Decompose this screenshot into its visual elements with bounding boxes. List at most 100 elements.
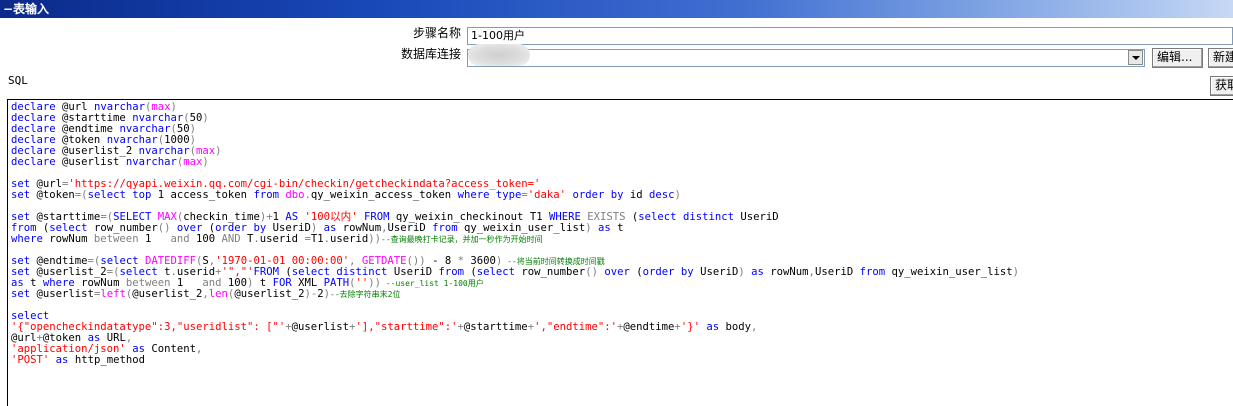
code-token: @userlist_2 (132, 288, 203, 300)
edit-connection-button[interactable]: 编辑... (1152, 48, 1203, 68)
fetch-sql-button[interactable]: 获取 (1210, 76, 1233, 96)
code-token: UseriD (693, 266, 739, 278)
code-token: 100 (189, 233, 222, 245)
code-token: row_number (515, 266, 586, 278)
sql-editor[interactable]: declare @url nvarchar(max) declare @start… (7, 99, 1233, 406)
code-line: declare @userlist nvarchar(max) (11, 157, 1019, 168)
code-token: rowNum (763, 266, 809, 278)
code-token: select (87, 189, 126, 201)
code-token: @userlist (55, 156, 126, 168)
code-token: set (11, 288, 31, 300)
code-token: order (642, 266, 675, 278)
code-token: )) (368, 277, 382, 289)
code-token: type (495, 189, 522, 201)
code-token: ) (1012, 266, 1020, 278)
code-token: as (597, 222, 611, 234)
sql-code: declare @url nvarchar(max) declare @start… (11, 102, 1019, 366)
dialog-title-bar: − 表输入 (0, 0, 1233, 18)
step-name-input[interactable]: 1-100用户 (467, 27, 1233, 45)
code-token: qy_weixin_access_token (310, 189, 458, 201)
code-token: from (859, 266, 886, 278)
code-token: AND (221, 233, 241, 245)
code-token: Content (144, 343, 196, 355)
code-token: UseriD (387, 266, 439, 278)
db-connection-select[interactable] (467, 49, 1145, 67)
code-token: T1 (310, 233, 324, 245)
code-token: ) (215, 145, 222, 157)
code-token: UseriD (814, 266, 860, 278)
dialog-title: 表输入 (13, 2, 50, 16)
code-token: =( (74, 189, 88, 201)
code-token: http_method (68, 354, 145, 366)
code-token: '' (355, 277, 369, 289)
code-token: --去除字符串末2位 (330, 290, 401, 299)
code-token: len (208, 288, 228, 300)
code-token: @starttime (463, 321, 528, 333)
db-connection-label: 数据库连接 (401, 47, 462, 61)
code-token: @token (30, 189, 75, 201)
code-token: '],"starttime":' (355, 321, 458, 333)
code-token: order (572, 189, 605, 201)
code-token: qy_weixin_user_list (457, 222, 586, 234)
code-token: id (623, 189, 649, 201)
code-token: set (11, 189, 31, 201)
code-token: by (610, 189, 624, 201)
code-line: 'POST' as http_method (11, 355, 1019, 366)
code-token: from (438, 266, 464, 278)
code-token: userid (259, 233, 305, 245)
code-token: body (719, 321, 751, 333)
code-token: --将当前时间转换成时间戳 (502, 257, 605, 266)
code-token: distinct (682, 211, 734, 223)
step-name-label: 步骤名称 (413, 26, 462, 40)
code-token: rowNum (42, 233, 94, 245)
code-token: , (196, 343, 203, 355)
code-token: as (706, 321, 720, 333)
code-token: from (253, 189, 279, 201)
code-token: T (240, 233, 254, 245)
chevron-down-icon[interactable] (1128, 50, 1143, 65)
code-token: userid (330, 233, 369, 245)
code-token: ( (625, 211, 639, 223)
code-token: UseriD (733, 211, 779, 223)
code-token: )- (304, 288, 318, 300)
code-token: ) (674, 189, 681, 201)
code-token: 1 (138, 233, 171, 245)
collapse-icon[interactable]: − (3, 0, 13, 18)
code-token: max (183, 156, 203, 168)
code-token: nvarchar (125, 156, 177, 168)
code-token: t (610, 222, 624, 234)
code-token: desc (649, 189, 675, 201)
code-token: --查询最晚打卡记录，并加一秒作为开始时间 (381, 235, 543, 244)
code-token: '}' (680, 321, 700, 333)
code-token: select (476, 266, 516, 278)
code-token: top (132, 189, 152, 201)
code-line: 'application/json' as Content, (11, 344, 1019, 355)
code-line: set @userlist=left(@userlist_2,len(@user… (11, 289, 1019, 300)
code-token: from (432, 222, 458, 234)
code-token: @userlist (30, 288, 94, 300)
code-token: dbo (285, 189, 305, 201)
code-token: over (604, 266, 630, 278)
code-token: ( (629, 266, 643, 278)
code-token: between (93, 233, 139, 245)
code-token: @endtime (623, 321, 675, 333)
code-token: where (457, 189, 490, 201)
code-token: () (585, 266, 598, 278)
code-line: '{"opencheckindatatype":3,"useridlist": … (11, 322, 1019, 333)
code-token: --user_list 1-100用户 (381, 279, 484, 288)
code-token: declare (11, 156, 56, 168)
code-token: where (11, 233, 43, 245)
code-token: ) (202, 156, 209, 168)
code-token: , (751, 321, 758, 333)
code-token: as (55, 354, 69, 366)
code-token: )) (368, 233, 382, 245)
code-token: 1 access_token (151, 189, 254, 201)
new-connection-button[interactable]: 新建 (1208, 48, 1233, 68)
code-token: by (680, 266, 694, 278)
code-token: 'POST' (11, 354, 50, 366)
code-token: and (170, 233, 190, 245)
redacted-connection-name (468, 44, 530, 66)
code-line: where rowNum between 1 and 100 AND T.use… (11, 234, 1019, 245)
code-token: select (638, 211, 677, 223)
